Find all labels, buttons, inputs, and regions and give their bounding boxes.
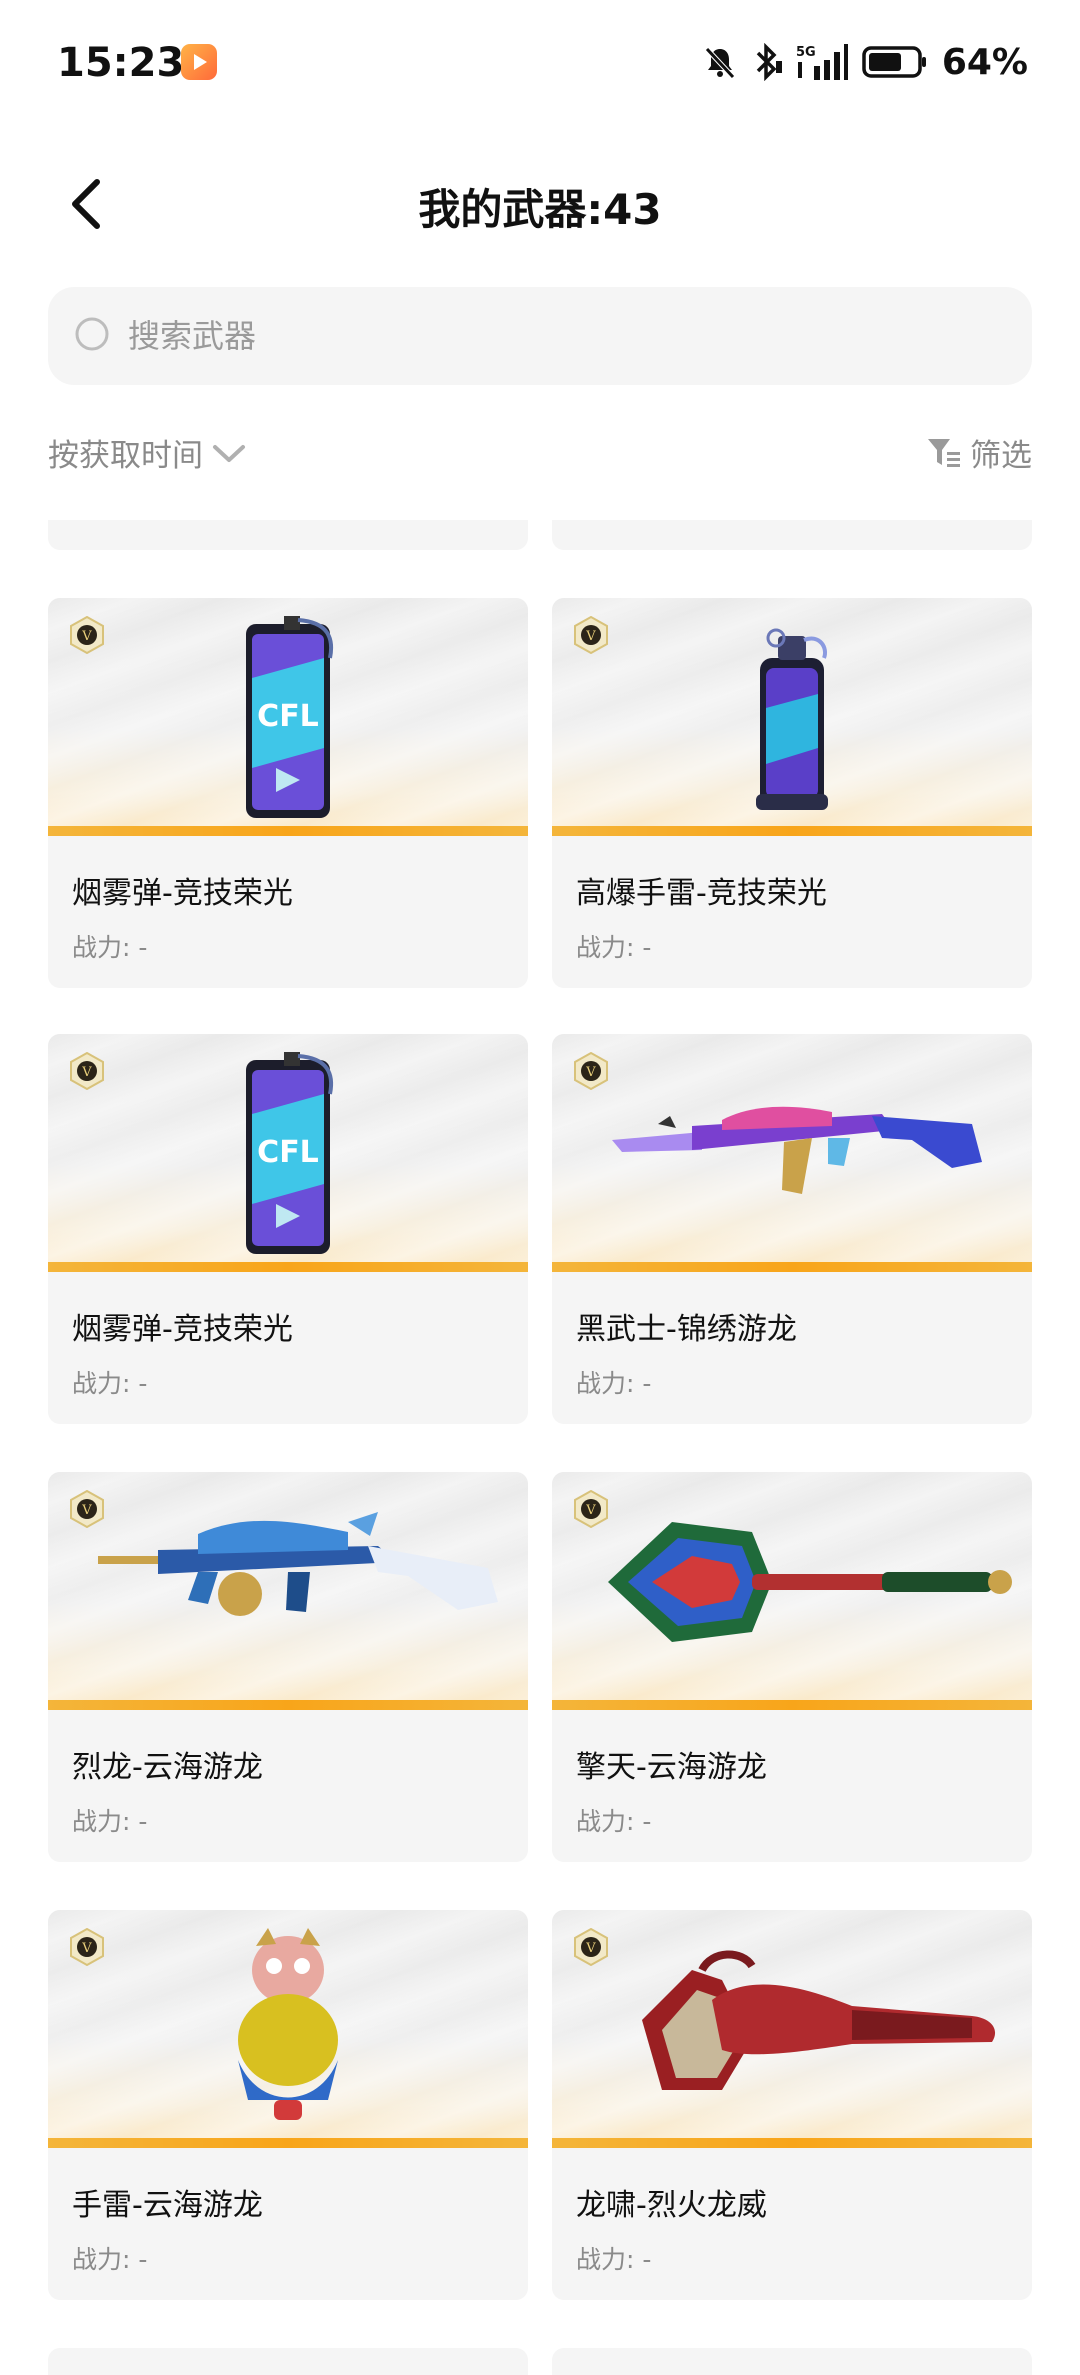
weapon-power: 战力: -	[72, 1369, 148, 1398]
weapon-card-partial[interactable]	[48, 2348, 528, 2375]
v-badge-icon: V	[574, 1052, 608, 1090]
page-title: 我的武器:43	[418, 185, 662, 234]
v-badge-icon: V	[70, 1490, 104, 1528]
v-badge-icon: V	[574, 1490, 608, 1528]
weapon-power: 战力: -	[72, 1807, 148, 1836]
status-bar: 15:23 5G 64%	[0, 0, 1080, 130]
header: 我的武器:43	[0, 150, 1080, 260]
battery-percentage: 64%	[941, 41, 1028, 83]
weapon-power: 战力: -	[576, 2245, 652, 2274]
filter-button[interactable]: 筛选	[926, 430, 1032, 475]
status-icons: 5G 64%	[702, 40, 1028, 84]
weapon-card-partial[interactable]	[48, 520, 528, 550]
weapon-name: 黑武士-锦绣游龙	[576, 1312, 797, 1347]
weapon-image: V	[552, 1910, 1032, 2148]
svg-text:V: V	[81, 1503, 92, 1518]
svg-text:V: V	[585, 1503, 596, 1518]
svg-text:V: V	[81, 629, 92, 644]
dragon-axe-image	[608, 1522, 1012, 1642]
rarity-stripe	[48, 1700, 528, 1710]
weapon-name: 烈龙-云海游龙	[72, 1750, 263, 1785]
weapon-power: 战力: -	[72, 933, 148, 962]
weapon-card[interactable]: V 高爆手雷-竞技荣光 战力: -	[552, 598, 1032, 988]
weapon-image: V	[552, 598, 1032, 836]
rifle-image	[612, 1106, 982, 1194]
v-badge-icon: V	[574, 616, 608, 654]
weapon-card[interactable]: CFL V 烟雾弹-竞技荣光 战力: -	[48, 598, 528, 988]
sort-label: 按获取时间	[48, 438, 203, 474]
weapon-image: V	[48, 1472, 528, 1710]
app-icon	[181, 44, 217, 80]
weapon-card[interactable]: V 擎天-云海游龙 战力: -	[552, 1472, 1032, 1862]
filter-label: 筛选	[970, 438, 1032, 474]
search-input[interactable]	[128, 317, 988, 355]
rarity-stripe	[48, 2138, 528, 2148]
status-time: 15:23	[57, 40, 185, 86]
svg-text:V: V	[81, 1065, 92, 1080]
weapon-image: V	[48, 1910, 528, 2148]
rarity-stripe	[552, 1262, 1032, 1272]
weapon-power: 战力: -	[72, 2245, 148, 2274]
smoke-grenade-image: CFL	[246, 1052, 334, 1254]
chevron-down-icon	[213, 444, 245, 462]
rarity-stripe	[552, 826, 1032, 836]
weapon-power: 战力: -	[576, 1369, 652, 1398]
weapon-name: 龙啸-烈火龙威	[576, 2188, 767, 2223]
weapon-card-partial[interactable]	[552, 520, 1032, 550]
weapon-card[interactable]: V 手雷-云海游龙 战力: -	[48, 1910, 528, 2300]
dragon-grenade-image	[238, 1928, 338, 2120]
svg-text:V: V	[81, 1941, 92, 1956]
search-box[interactable]	[48, 287, 1032, 385]
svg-text:V: V	[585, 1941, 596, 1956]
search-icon	[72, 314, 116, 358]
battery-icon	[862, 42, 928, 82]
weapon-name: 手雷-云海游龙	[72, 2188, 263, 2223]
svg-text:V: V	[585, 1065, 596, 1080]
weapon-name: 烟雾弹-竞技荣光	[72, 1312, 293, 1347]
network-type: 5G	[796, 45, 816, 60]
weapon-name: 高爆手雷-竞技荣光	[576, 876, 827, 911]
mute-icon	[702, 42, 738, 82]
v-badge-icon: V	[70, 1928, 104, 1966]
bluetooth-icon	[752, 42, 782, 82]
weapon-image: V	[552, 1034, 1032, 1272]
weapon-power: 战力: -	[576, 1807, 652, 1836]
rarity-stripe	[48, 826, 528, 836]
weapon-card[interactable]: V 黑武士-锦绣游龙 战力: -	[552, 1034, 1032, 1424]
sort-dropdown[interactable]: 按获取时间	[48, 430, 247, 475]
smoke-grenade-image: CFL	[246, 616, 334, 818]
weapon-card[interactable]: V 龙啸-烈火龙威 战力: -	[552, 1910, 1032, 2300]
dragon-smg-image	[98, 1512, 498, 1616]
weapon-image: CFL V	[48, 598, 528, 836]
weapon-grid: CFL V 烟雾弹-竞技荣光 战力: - V 高爆手雷-竞技荣光 战力: - C…	[48, 520, 1032, 2375]
weapon-name: 擎天-云海游龙	[576, 1750, 767, 1785]
rarity-stripe	[48, 1262, 528, 1272]
rarity-stripe	[552, 1700, 1032, 1710]
weapon-image: CFL V	[48, 1034, 528, 1272]
v-badge-icon: V	[70, 616, 104, 654]
weapon-image: V	[552, 1472, 1032, 1710]
svg-text:CFL: CFL	[257, 699, 319, 734]
weapon-card[interactable]: V 烈龙-云海游龙 战力: -	[48, 1472, 528, 1862]
signal-icon: 5G	[796, 42, 848, 82]
weapon-name: 烟雾弹-竞技荣光	[72, 876, 293, 911]
weapon-power: 战力: -	[576, 933, 652, 962]
filter-icon	[928, 438, 960, 467]
v-badge-icon: V	[574, 1928, 608, 1966]
weapon-card-partial[interactable]	[552, 2348, 1032, 2375]
rarity-stripe	[552, 2138, 1032, 2148]
sort-filter-bar: 按获取时间 筛选	[48, 430, 1032, 490]
svg-text:CFL: CFL	[257, 1135, 319, 1170]
weapon-card[interactable]: CFL V 烟雾弹-竞技荣光 战力: -	[48, 1034, 528, 1424]
red-axe-image	[642, 1950, 996, 2090]
v-badge-icon: V	[70, 1052, 104, 1090]
frag-grenade-image	[756, 628, 828, 810]
svg-text:V: V	[585, 629, 596, 644]
